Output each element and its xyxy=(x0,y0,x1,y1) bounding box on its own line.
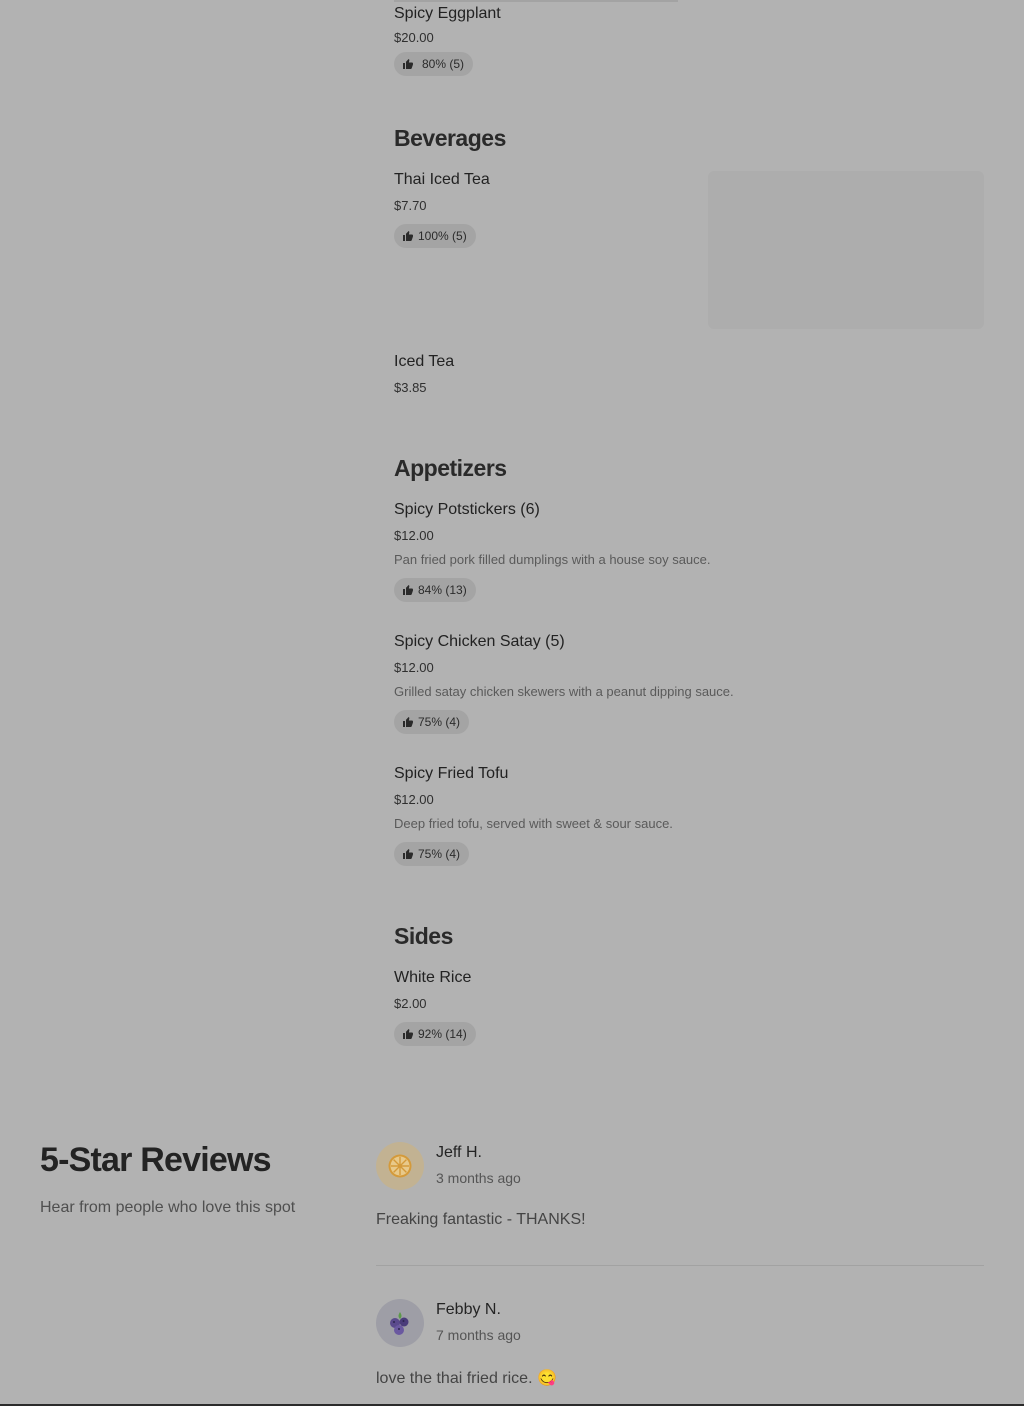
rating-text: 75% (4) xyxy=(418,847,461,861)
thumbs-up-icon xyxy=(402,848,414,860)
rating-badge: 80% (5) xyxy=(394,52,474,76)
menu-item-price: $12.00 xyxy=(394,528,434,543)
blueberry-icon xyxy=(390,1312,409,1335)
rating-badge: 100% (5) xyxy=(394,224,476,248)
menu-item-price: $12.00 xyxy=(394,660,434,675)
menu-item-price: $12.00 xyxy=(394,792,434,807)
previous-item-image-edge xyxy=(394,0,678,2)
avatar xyxy=(376,1299,424,1347)
reviews-subheading: Hear from people who love this spot xyxy=(40,1199,296,1216)
rating-text: 100% (5) xyxy=(418,229,467,243)
category-title-beverages: Beverages xyxy=(394,125,506,151)
rating-text: 80% (5) xyxy=(422,57,465,71)
thumbs-up-icon xyxy=(402,230,414,242)
rating-badge: 75% (4) xyxy=(394,710,470,734)
review-time: 3 months ago xyxy=(436,1170,521,1186)
reviewer-name: Febby N. xyxy=(436,1301,501,1318)
review-text: Freaking fantastic - THANKS! xyxy=(376,1211,586,1228)
citrus-slice-icon xyxy=(388,1154,412,1178)
menu-item-name[interactable]: Iced Tea xyxy=(394,353,454,371)
menu-item-description: Pan fried pork filled dumplings with a h… xyxy=(394,552,711,567)
menu-item-name[interactable]: Spicy Potstickers (6) xyxy=(394,501,540,519)
menu-item-price: $2.00 xyxy=(394,996,427,1011)
rating-badge: 75% (4) xyxy=(394,842,470,866)
menu-item-price: $3.85 xyxy=(394,380,427,395)
review-text: love the thai fried rice. 😋 xyxy=(376,1370,557,1387)
menu-item-price: $20.00 xyxy=(394,30,434,45)
category-title-sides: Sides xyxy=(394,923,453,949)
menu-item-name[interactable]: Spicy Fried Tofu xyxy=(394,765,508,783)
menu-item-name[interactable]: Spicy Chicken Satay (5) xyxy=(394,633,565,651)
menu-item-name[interactable]: White Rice xyxy=(394,969,471,987)
category-title-appetizers: Appetizers xyxy=(394,455,507,481)
reviews-heading: 5-Star Reviews xyxy=(40,1141,272,1179)
rating-badge: 92% (14) xyxy=(394,1022,476,1046)
thumbs-up-icon xyxy=(402,58,414,70)
rating-text: 84% (13) xyxy=(418,583,467,597)
rating-text: 92% (14) xyxy=(418,1027,467,1041)
menu-item-image-placeholder[interactable] xyxy=(708,171,984,329)
reviewer-name: Jeff H. xyxy=(436,1144,482,1161)
menu-item-name[interactable]: Spicy Eggplant xyxy=(394,5,501,23)
rating-text: 75% (4) xyxy=(418,715,461,729)
rating-badge: 84% (13) xyxy=(394,578,476,602)
avatar xyxy=(376,1142,424,1190)
menu-item-description: Grilled satay chicken skewers with a pea… xyxy=(394,684,734,699)
review-time: 7 months ago xyxy=(436,1327,521,1343)
menu-item-name[interactable]: Thai Iced Tea xyxy=(394,171,490,189)
thumbs-up-icon xyxy=(402,1028,414,1040)
thumbs-up-icon xyxy=(402,716,414,728)
review-divider xyxy=(376,1265,984,1266)
menu-item-description: Deep fried tofu, served with sweet & sou… xyxy=(394,816,673,831)
menu-item-price: $7.70 xyxy=(394,198,427,213)
thumbs-up-icon xyxy=(402,584,414,596)
